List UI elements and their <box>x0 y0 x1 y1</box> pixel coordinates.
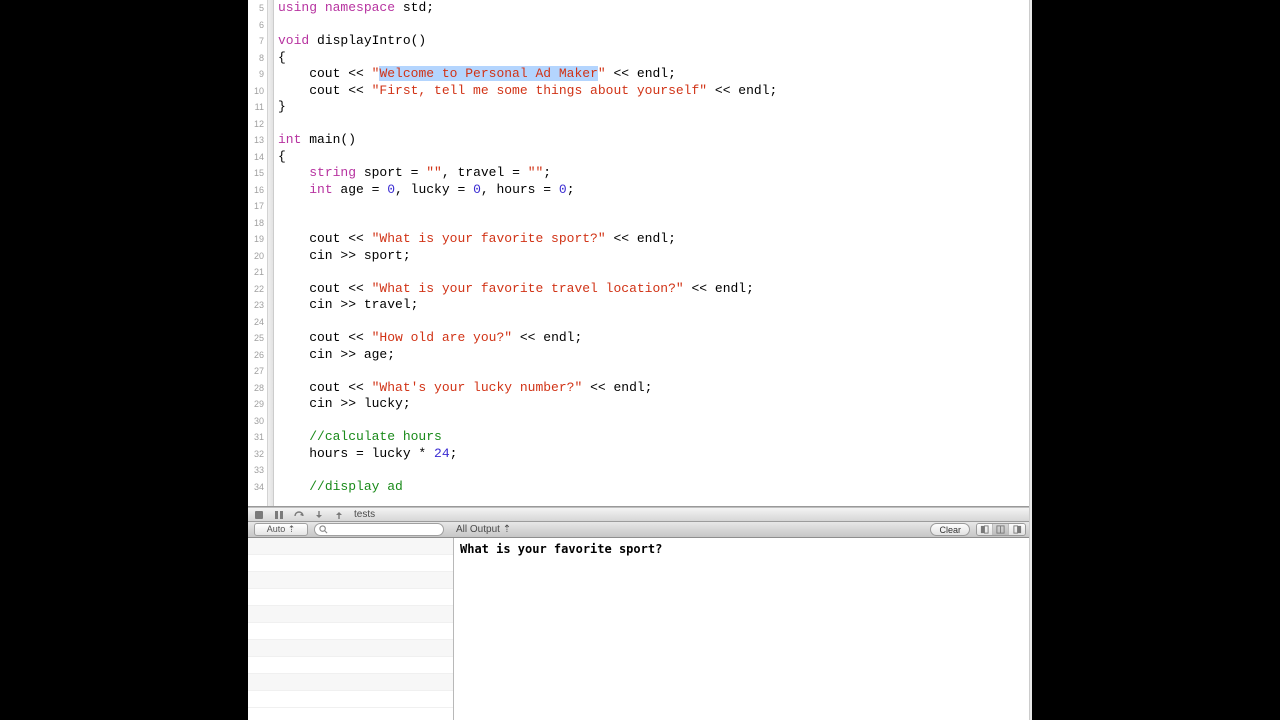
code-line[interactable] <box>278 17 1032 34</box>
variable-row[interactable] <box>248 572 453 589</box>
code-line[interactable]: hours = lucky * 24; <box>278 446 1032 463</box>
line-number: 20 <box>248 248 267 265</box>
code-line[interactable]: int age = 0, lucky = 0, hours = 0; <box>278 182 1032 199</box>
line-number: 17 <box>248 198 267 215</box>
line-number: 9 <box>248 66 267 83</box>
code-line[interactable]: cin >> age; <box>278 347 1032 364</box>
code-line[interactable] <box>278 462 1032 479</box>
code-line[interactable]: } <box>278 99 1032 116</box>
clear-button[interactable]: Clear <box>930 523 970 536</box>
line-number: 7 <box>248 33 267 50</box>
ide-window: 5678910111213141516171819202122232425262… <box>248 0 1032 720</box>
console-output[interactable]: What is your favorite sport? <box>454 538 1032 720</box>
variable-row[interactable] <box>248 606 453 623</box>
line-number: 18 <box>248 215 267 232</box>
line-number: 30 <box>248 413 267 430</box>
line-number: 10 <box>248 83 267 100</box>
code-line[interactable]: cout << "What is your favorite sport?" <… <box>278 231 1032 248</box>
panel-right-button[interactable] <box>1009 524 1025 535</box>
line-number: 23 <box>248 297 267 314</box>
code-line[interactable]: cout << "How old are you?" << endl; <box>278 330 1032 347</box>
variable-row[interactable] <box>248 691 453 708</box>
code-line[interactable]: { <box>278 50 1032 67</box>
variable-row[interactable] <box>248 657 453 674</box>
step-out-icon[interactable] <box>334 510 344 520</box>
line-number: 31 <box>248 429 267 446</box>
panel-both-button[interactable] <box>993 524 1009 535</box>
code-line[interactable] <box>278 264 1032 281</box>
output-filter-dropdown[interactable]: All Output ⇡ <box>456 524 511 535</box>
variable-row[interactable] <box>248 640 453 657</box>
line-number: 8 <box>248 50 267 67</box>
line-number: 29 <box>248 396 267 413</box>
line-number: 6 <box>248 17 267 34</box>
code-line[interactable] <box>278 314 1032 331</box>
variable-row[interactable] <box>248 538 453 555</box>
debug-breadcrumb[interactable]: tests <box>354 509 375 520</box>
line-number: 19 <box>248 231 267 248</box>
toggle-breakpoints-icon[interactable] <box>254 510 264 520</box>
debug-toolbar: tests <box>248 507 1032 522</box>
line-number: 27 <box>248 363 267 380</box>
line-number: 34 <box>248 479 267 496</box>
output-toolbar: Auto ⇡ All Output ⇡ Clear <box>248 522 1032 538</box>
code-line[interactable]: cin >> travel; <box>278 297 1032 314</box>
panel-left-button[interactable] <box>977 524 993 535</box>
line-number: 12 <box>248 116 267 133</box>
line-number: 28 <box>248 380 267 397</box>
code-line[interactable]: cout << "Welcome to Personal Ad Maker" <… <box>278 66 1032 83</box>
line-number: 25 <box>248 330 267 347</box>
code-line[interactable]: int main() <box>278 132 1032 149</box>
code-line[interactable]: void displayIntro() <box>278 33 1032 50</box>
code-line[interactable]: cout << "What's your lucky number?" << e… <box>278 380 1032 397</box>
line-number: 11 <box>248 99 267 116</box>
line-number: 33 <box>248 462 267 479</box>
editor-scrollbar[interactable] <box>1029 0 1032 507</box>
line-number: 22 <box>248 281 267 298</box>
code-line[interactable]: cin >> sport; <box>278 248 1032 265</box>
variable-row[interactable] <box>248 589 453 606</box>
line-number: 24 <box>248 314 267 331</box>
code-line[interactable] <box>278 198 1032 215</box>
line-number: 5 <box>248 0 267 17</box>
variable-row[interactable] <box>248 555 453 572</box>
line-number: 16 <box>248 182 267 199</box>
code-area[interactable]: using namespace std;void displayIntro(){… <box>274 0 1032 506</box>
line-number-gutter: 5678910111213141516171819202122232425262… <box>248 0 268 506</box>
code-line[interactable] <box>278 215 1032 232</box>
code-line[interactable] <box>278 363 1032 380</box>
bottom-panels: What is your favorite sport? <box>248 538 1032 720</box>
code-line[interactable]: cout << "What is your favorite travel lo… <box>278 281 1032 298</box>
variable-row[interactable] <box>248 674 453 691</box>
variables-scope-dropdown[interactable]: Auto ⇡ <box>254 523 308 536</box>
step-over-icon[interactable] <box>294 510 304 520</box>
line-number: 14 <box>248 149 267 166</box>
code-line[interactable]: //calculate hours <box>278 429 1032 446</box>
panel-layout-segmented <box>976 523 1026 536</box>
search-icon <box>319 525 328 534</box>
variable-row[interactable] <box>248 623 453 640</box>
code-line[interactable]: //display ad <box>278 479 1032 496</box>
code-line[interactable]: cout << "First, tell me some things abou… <box>278 83 1032 100</box>
code-line[interactable] <box>278 116 1032 133</box>
variables-search-input[interactable] <box>314 523 444 536</box>
code-line[interactable]: cin >> lucky; <box>278 396 1032 413</box>
line-number: 13 <box>248 132 267 149</box>
code-line[interactable]: { <box>278 149 1032 166</box>
line-number: 32 <box>248 446 267 463</box>
line-number: 26 <box>248 347 267 364</box>
code-line[interactable]: string sport = "", travel = ""; <box>278 165 1032 182</box>
variables-panel[interactable] <box>248 538 454 720</box>
code-line[interactable] <box>278 413 1032 430</box>
line-number: 15 <box>248 165 267 182</box>
code-line[interactable]: using namespace std; <box>278 0 1032 17</box>
step-in-icon[interactable] <box>314 510 324 520</box>
pause-icon[interactable] <box>274 510 284 520</box>
line-number: 21 <box>248 264 267 281</box>
code-editor[interactable]: 5678910111213141516171819202122232425262… <box>248 0 1032 507</box>
